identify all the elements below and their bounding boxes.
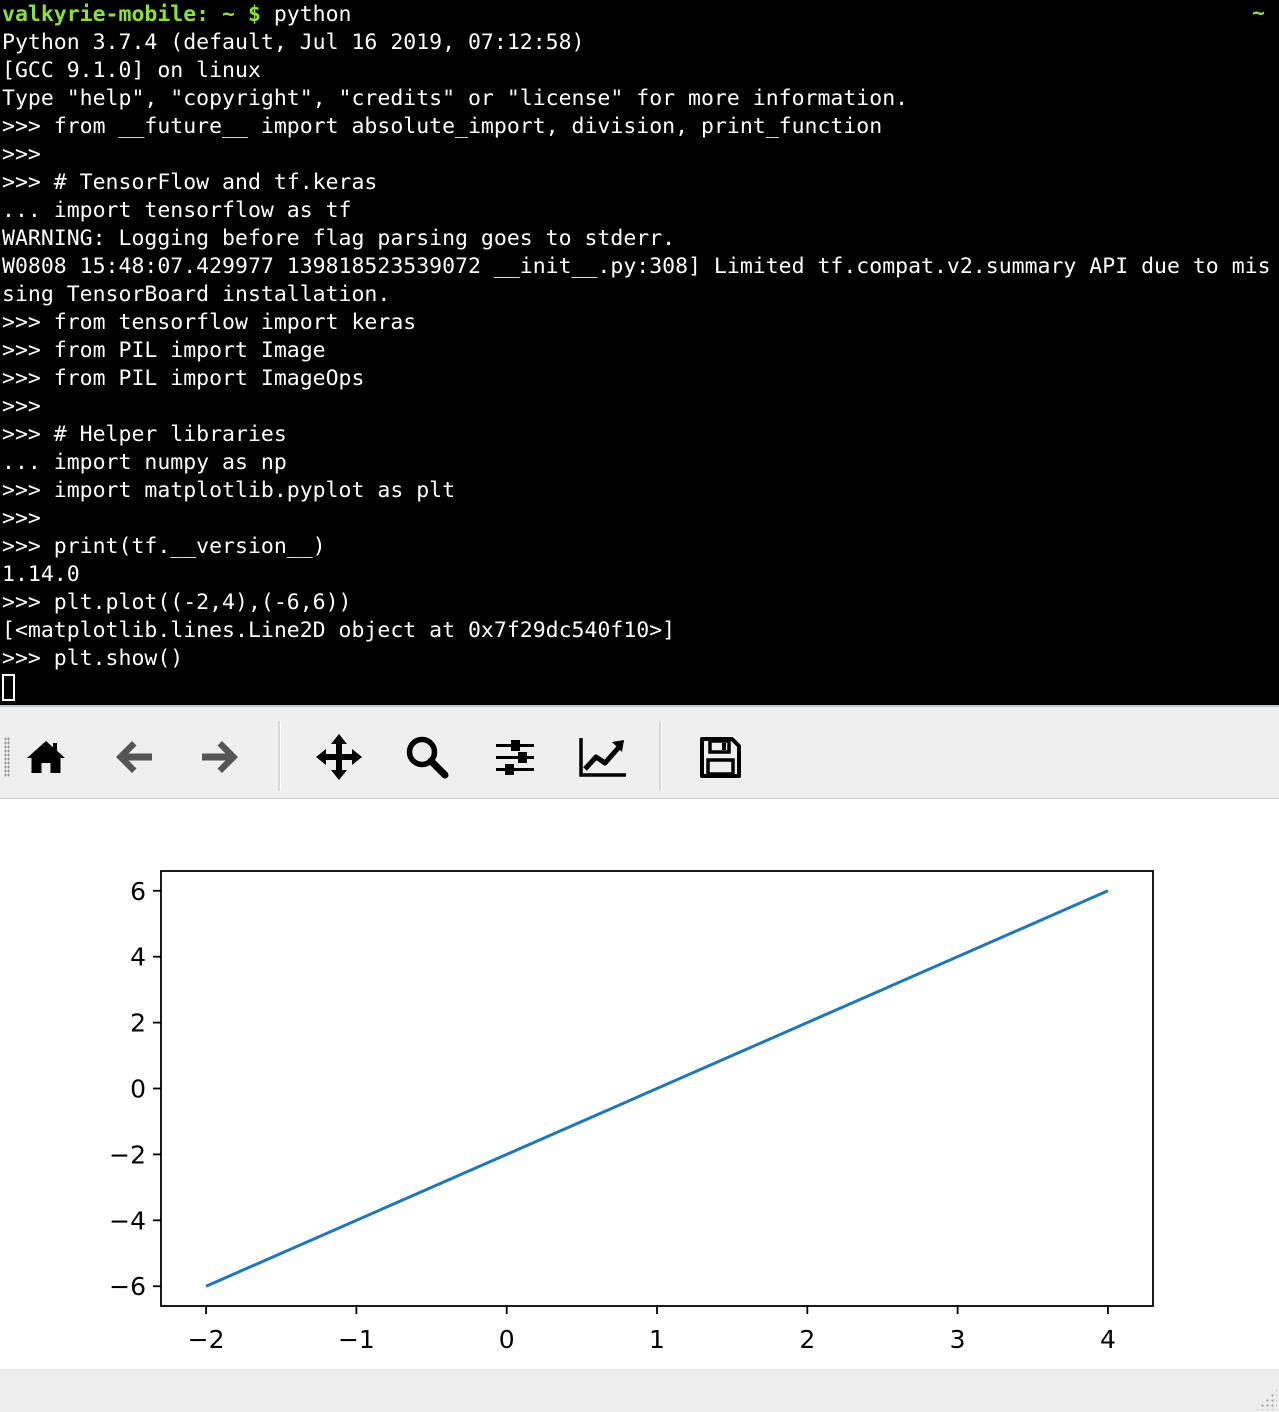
y-tick-label: −4 bbox=[109, 1206, 146, 1235]
back-button[interactable] bbox=[106, 729, 162, 785]
terminal-line: W0808 15:48:07.429977 139818523539072 __… bbox=[2, 254, 1271, 279]
y-tick-label: 0 bbox=[130, 1075, 146, 1104]
terminal-line: >>> print(tf.__version__) bbox=[2, 534, 326, 559]
corner-indicator: ~ bbox=[1252, 1, 1265, 26]
terminal-line: >>> bbox=[2, 142, 41, 167]
prompt-command: python bbox=[260, 2, 352, 27]
x-axis-ticks: −2 −1 0 1 2 3 4 bbox=[188, 1306, 1116, 1354]
move-icon bbox=[316, 734, 362, 780]
x-tick-label: 1 bbox=[649, 1325, 665, 1354]
terminal-line: >>> plt.plot((-2,4),(-6,6)) bbox=[2, 590, 352, 615]
x-tick-label: −1 bbox=[338, 1325, 375, 1354]
x-tick-label: −2 bbox=[188, 1325, 225, 1354]
toolbar-grip[interactable] bbox=[4, 737, 10, 777]
y-axis-ticks: −6 −4 −2 0 2 4 6 bbox=[109, 877, 161, 1301]
y-tick-label: −6 bbox=[109, 1272, 146, 1301]
home-button[interactable] bbox=[18, 729, 74, 785]
terminal-line: ... import tensorflow as tf bbox=[2, 198, 352, 223]
forward-button[interactable] bbox=[192, 729, 248, 785]
home-icon bbox=[27, 741, 65, 773]
terminal-cursor bbox=[2, 674, 15, 701]
toolbar-separator bbox=[659, 721, 662, 791]
line-plot: −6 −4 −2 0 2 4 6 −2 −1 0 1 2 3 4 bbox=[109, 870, 1154, 1354]
line-chart-icon bbox=[579, 738, 626, 777]
figure-canvas[interactable]: −6 −4 −2 0 2 4 6 −2 −1 0 1 2 3 4 bbox=[0, 799, 1279, 1369]
y-tick-label: 6 bbox=[130, 877, 146, 906]
magnifier-icon bbox=[406, 736, 449, 779]
series-lines bbox=[205, 889, 1109, 1288]
status-bar bbox=[0, 1369, 1279, 1412]
terminal-line: >>> from PIL import Image bbox=[2, 338, 326, 363]
y-tick-label: 2 bbox=[130, 1009, 146, 1038]
terminal-line: >>> from PIL import ImageOps bbox=[2, 366, 365, 391]
terminal-line: [GCC 9.1.0] on linux bbox=[2, 58, 261, 83]
terminal-prompt-line: valkyrie-mobile: ~ $ python bbox=[2, 1, 352, 29]
terminal-line: WARNING: Logging before flag parsing goe… bbox=[2, 226, 676, 251]
arrow-right-icon bbox=[202, 741, 238, 773]
terminal-line: >>> import matplotlib.pyplot as plt bbox=[2, 478, 456, 503]
sliders-icon bbox=[496, 740, 534, 775]
terminal-line: >>> bbox=[2, 506, 41, 531]
terminal-line: >>> from __future__ import absolute_impo… bbox=[2, 114, 883, 139]
terminal-line: >>> bbox=[2, 394, 41, 419]
y-tick-label: −2 bbox=[109, 1140, 146, 1169]
terminal-line: [<matplotlib.lines.Line2D object at 0x7f… bbox=[2, 618, 676, 643]
terminal-line: >>> # Helper libraries bbox=[2, 422, 287, 447]
terminal-line: >>> # TensorFlow and tf.keras bbox=[2, 170, 378, 195]
toolbar-separator bbox=[278, 721, 281, 791]
terminal-line: ... import numpy as np bbox=[2, 450, 287, 475]
pan-button[interactable] bbox=[311, 729, 367, 785]
terminal-line: >>> from tensorflow import keras bbox=[2, 310, 417, 335]
terminal-window[interactable]: valkyrie-mobile: ~ $ python ~ Python 3.7… bbox=[0, 0, 1279, 705]
prompt-host: valkyrie-mobile: ~ $ bbox=[2, 2, 261, 27]
save-button[interactable] bbox=[692, 729, 748, 785]
x-tick-label: 2 bbox=[799, 1325, 815, 1354]
edit-axis-button[interactable] bbox=[575, 729, 631, 785]
x-tick-label: 0 bbox=[499, 1325, 515, 1354]
terminal-line: >>> plt.show() bbox=[2, 646, 184, 671]
floppy-disk-icon bbox=[700, 737, 741, 778]
terminal-line: 1.14.0 bbox=[2, 562, 80, 587]
series-line bbox=[205, 889, 1109, 1288]
x-tick-label: 3 bbox=[950, 1325, 966, 1354]
terminal-line: sing TensorBoard installation. bbox=[2, 282, 391, 307]
arrow-left-icon bbox=[116, 741, 152, 773]
navigation-toolbar bbox=[0, 705, 1279, 799]
resize-grip[interactable] bbox=[1255, 1388, 1277, 1410]
matplotlib-figure-window: −6 −4 −2 0 2 4 6 −2 −1 0 1 2 3 4 bbox=[0, 705, 1279, 1412]
subplots-button[interactable] bbox=[487, 729, 543, 785]
x-tick-label: 4 bbox=[1100, 1325, 1116, 1354]
zoom-button[interactable] bbox=[399, 729, 455, 785]
terminal-line: Python 3.7.4 (default, Jul 16 2019, 07:1… bbox=[2, 30, 585, 55]
terminal-line: Type "help", "copyright", "credits" or "… bbox=[2, 86, 909, 111]
y-tick-label: 4 bbox=[130, 943, 146, 972]
